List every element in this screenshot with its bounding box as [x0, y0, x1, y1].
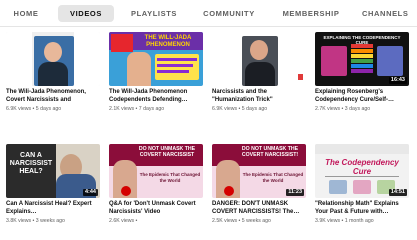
video-thumbnail[interactable]	[6, 32, 100, 86]
video-thumbnail[interactable]: DO NOT UNMASK THE COVERT NARCISSIST! The…	[212, 144, 306, 198]
video-meta: 2.5K views • 5 weeks ago	[212, 218, 271, 224]
tab-membership[interactable]: MEMBERSHIP	[280, 6, 342, 22]
video-title[interactable]: DANGER: DON'T UNMASK COVERT NARCISSISTS!…	[212, 201, 306, 216]
video-meta: 6.9K views • 5 days ago	[6, 106, 62, 112]
video-duration: 16:43	[388, 77, 407, 84]
video-meta: 2.6K views •	[109, 218, 138, 224]
channel-tabs: HOME VIDEOS PLAYLISTS COMMUNITY MEMBERSH…	[0, 0, 417, 27]
video-meta: 2.7K views • 3 days ago	[315, 106, 371, 112]
video-thumbnail[interactable]: The Codependency Cure 14:51	[315, 144, 409, 198]
video-title[interactable]: Can A Narcissist Heal? Expert Explains…	[6, 201, 100, 216]
video-thumbnail[interactable]: EXPLAINING THE CODEPENDENCY CURE 16:43	[315, 32, 409, 86]
video-thumbnail[interactable]: DO NOT UNMASK THE COVERT NARCISSIST The …	[109, 144, 203, 198]
thumbnail-subtext: The Epidemic That Changed the World	[242, 172, 304, 183]
video-meta: 3.8K views • 3 weeks ago	[6, 218, 65, 224]
video-title[interactable]: "Relationship Math" Explains Your Past &…	[315, 201, 409, 216]
video-thumbnail[interactable]: THE WILL-JADA PHENOMENON	[109, 32, 203, 86]
video-thumbnail[interactable]: CAN A NARCISSIST HEAL? 4:44	[6, 144, 100, 198]
thumbnail-text: DO NOT UNMASK THE COVERT NARCISSIST!	[241, 146, 299, 158]
video-title[interactable]: Narcissists and the "Humanization Trick"	[212, 89, 306, 104]
video-title[interactable]: Explaining Rosenberg's Codependency Cure…	[315, 89, 409, 104]
video-meta: 2.1K views • 7 days ago	[109, 106, 165, 112]
tab-channels[interactable]: CHANNELS	[362, 6, 408, 22]
tab-playlists[interactable]: PLAYLISTS	[126, 6, 182, 22]
tab-home[interactable]: HOME	[8, 6, 44, 22]
thumbnail-text: THE WILL-JADA PHENOMENON	[144, 35, 192, 48]
tab-videos[interactable]: VIDEOS	[58, 5, 114, 22]
video-duration: 4:44	[82, 189, 98, 196]
video-thumbnail[interactable]	[212, 32, 306, 86]
video-duration: 11:23	[286, 189, 304, 196]
thumbnail-text: DO NOT UNMASK THE COVERT NARCISSIST	[138, 146, 196, 158]
video-meta: 3.9K views • 1 month ago	[315, 218, 374, 224]
thumbnail-text: The Codependency Cure	[325, 158, 399, 176]
tab-community[interactable]: COMMUNITY	[200, 6, 258, 22]
video-duration: 14:51	[388, 189, 407, 196]
thumbnail-subtext: The Epidemic That Changed the World	[139, 172, 201, 183]
video-title[interactable]: The Will-Jada Phenomenon Codependents De…	[109, 89, 203, 104]
video-title[interactable]: Q&A for 'Don't Unmask Covert Narcissists…	[109, 201, 203, 216]
video-meta: 6.9K views • 5 days ago	[212, 106, 268, 112]
thumbnail-text: CAN A NARCISSIST HEAL?	[9, 152, 53, 175]
video-title[interactable]: The Wili-Jada Phenomenon, Covert Narciss…	[6, 89, 100, 104]
